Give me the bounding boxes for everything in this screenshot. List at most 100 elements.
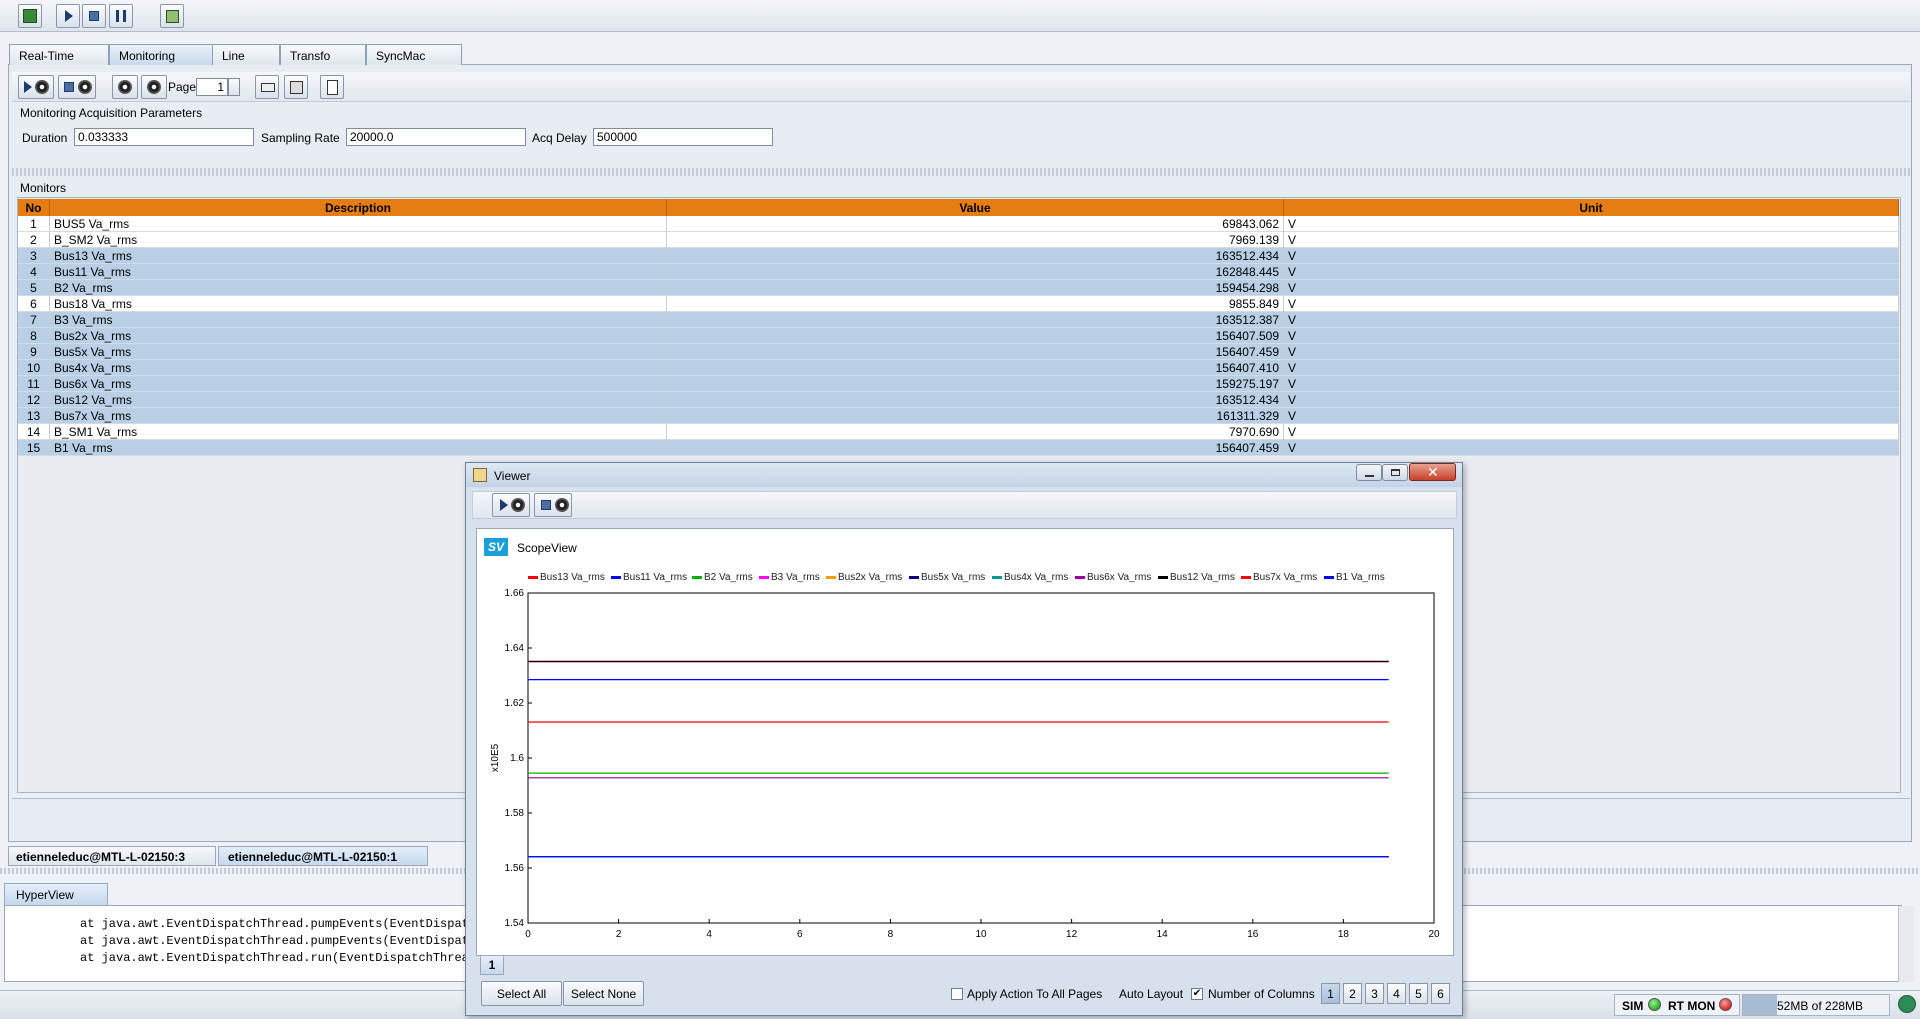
- cell-no: 3: [18, 248, 50, 264]
- acquire-settings-button[interactable]: [141, 75, 167, 99]
- save-file-button[interactable]: [284, 75, 308, 99]
- stop-icon: [89, 11, 99, 21]
- monitor-button[interactable]: [160, 4, 184, 28]
- hyperview-tab[interactable]: HyperView: [4, 883, 108, 905]
- close-button[interactable]: ✕: [1409, 463, 1456, 481]
- maximize-button[interactable]: [1382, 464, 1408, 481]
- apply-all-label: Apply Action To All Pages: [967, 987, 1103, 1001]
- tab-real-time[interactable]: Real-Time: [9, 44, 109, 65]
- cell-no: 1: [18, 216, 50, 232]
- table-row[interactable]: 12 Bus12 Va_rms 163512.434 V: [18, 392, 1899, 408]
- cell-no: 12: [18, 392, 50, 408]
- cell-value: 159454.298: [667, 280, 1284, 296]
- viewer-title: Viewer: [494, 469, 531, 483]
- cell-no: 11: [18, 376, 50, 392]
- pause-icon: [116, 10, 126, 22]
- cell-value: 163512.387: [667, 312, 1284, 328]
- table-row[interactable]: 8 Bus2x Va_rms 156407.509 V: [18, 328, 1899, 344]
- column-header-value[interactable]: Value: [667, 199, 1284, 216]
- tab-transfo[interactable]: Transfo: [280, 44, 366, 65]
- cell-unit: V: [1284, 424, 1899, 440]
- scope-view-badge: SV: [484, 538, 508, 556]
- table-row[interactable]: 2 B_SM2 Va_rms 7969.139 V: [18, 232, 1899, 248]
- page-spinner-input[interactable]: [196, 78, 228, 96]
- cell-no: 10: [18, 360, 50, 376]
- table-row[interactable]: 6 Bus18 Va_rms 9855.849 V: [18, 296, 1899, 312]
- open-file-button[interactable]: [255, 75, 279, 99]
- columns-1-button[interactable]: 1: [1321, 983, 1340, 1004]
- legend-swatch: [826, 575, 836, 579]
- table-row[interactable]: 3 Bus13 Va_rms 163512.434 V: [18, 248, 1899, 264]
- columns-3-button[interactable]: 3: [1365, 983, 1384, 1004]
- table-row[interactable]: 14 B_SM1 Va_rms 7970.690 V: [18, 424, 1899, 440]
- cell-desc: Bus2x Va_rms: [50, 328, 667, 344]
- sim-indicator-icon: [1648, 998, 1661, 1011]
- table-row[interactable]: 13 Bus7x Va_rms 161311.329 V: [18, 408, 1899, 424]
- console-line: at java.awt.EventDispatchThread.run(Even…: [80, 951, 477, 965]
- column-header-unit[interactable]: Unit: [1284, 199, 1899, 216]
- select-all-button[interactable]: Select All: [481, 981, 562, 1006]
- table-row[interactable]: 15 B1 Va_rms 156407.459 V: [18, 440, 1899, 456]
- column-header-no[interactable]: No: [18, 199, 50, 216]
- table-row[interactable]: 10 Bus4x Va_rms 156407.410 V: [18, 360, 1899, 376]
- viewer-stop-button[interactable]: [534, 493, 572, 517]
- table-row[interactable]: 1 BUS5 Va_rms 69843.062 V: [18, 216, 1899, 232]
- table-row[interactable]: 5 B2 Va_rms 159454.298 V: [18, 280, 1899, 296]
- table-row[interactable]: 7 B3 Va_rms 163512.387 V: [18, 312, 1899, 328]
- columns-4-button[interactable]: 4: [1387, 983, 1406, 1004]
- table-row[interactable]: 9 Bus5x Va_rms 156407.459 V: [18, 344, 1899, 360]
- duration-input[interactable]: [74, 128, 254, 146]
- plot-area: [527, 592, 1435, 924]
- tab-syncmac[interactable]: SyncMac: [366, 44, 462, 65]
- monitor-icon: [166, 10, 179, 23]
- session-tab-1[interactable]: etienneleduc@MTL-L-02150:3: [8, 846, 216, 866]
- cell-unit: V: [1284, 440, 1899, 456]
- page-spinner-arrows[interactable]: [228, 78, 240, 96]
- viewer-toolbar: [472, 491, 1457, 519]
- x-tick-label: 14: [1157, 929, 1169, 940]
- cell-desc: Bus4x Va_rms: [50, 360, 667, 376]
- scope-page-tab[interactable]: 1: [480, 956, 504, 975]
- select-none-button[interactable]: Select None: [563, 981, 644, 1006]
- columns-2-button[interactable]: 2: [1343, 983, 1362, 1004]
- cell-value: 162848.445: [667, 264, 1284, 280]
- column-header-description[interactable]: Description: [50, 199, 667, 216]
- stop-acquisition-button[interactable]: [58, 75, 96, 99]
- columns-6-button[interactable]: 6: [1431, 983, 1450, 1004]
- tab-line[interactable]: Line: [212, 44, 280, 65]
- x-tick-label: 2: [616, 929, 622, 940]
- apply-all-checkbox[interactable]: [951, 988, 963, 1000]
- x-tick-label: 4: [706, 929, 712, 940]
- pause-button[interactable]: [109, 4, 133, 28]
- gear-icon: [118, 80, 132, 94]
- acquire-once-button[interactable]: [112, 75, 138, 99]
- stop-button[interactable]: [82, 4, 106, 28]
- tab-monitoring[interactable]: Monitoring: [109, 44, 213, 65]
- y-tick-label: 1.6: [510, 753, 524, 764]
- table-row[interactable]: 11 Bus6x Va_rms 159275.197 V: [18, 376, 1899, 392]
- play-button[interactable]: [56, 4, 80, 28]
- cell-unit: V: [1284, 344, 1899, 360]
- play-icon: [65, 10, 73, 22]
- sampling-rate-input[interactable]: [346, 128, 526, 146]
- viewer-titlebar[interactable]: [466, 463, 1462, 487]
- save-icon: [290, 81, 303, 94]
- session-tab-2[interactable]: etienneleduc@MTL-L-02150:1: [218, 846, 428, 866]
- cell-unit: V: [1284, 360, 1899, 376]
- acq-delay-input[interactable]: [593, 128, 773, 146]
- console-scrollbar[interactable]: [1898, 906, 1914, 982]
- connect-button[interactable]: [18, 4, 42, 28]
- splitter[interactable]: [12, 168, 1910, 176]
- edit-button[interactable]: [320, 75, 344, 99]
- select-none-label: Select None: [570, 987, 637, 1001]
- viewer-start-button[interactable]: [492, 493, 530, 517]
- table-row[interactable]: 4 Bus11 Va_rms 162848.445 V: [18, 264, 1899, 280]
- minimize-button[interactable]: [1356, 464, 1382, 481]
- start-acquisition-button[interactable]: [18, 75, 54, 99]
- auto-layout-checkbox[interactable]: ✔: [1191, 988, 1203, 1000]
- auto-layout-label: Auto Layout: [1119, 987, 1184, 1001]
- cell-desc: B1 Va_rms: [50, 440, 667, 456]
- garbage-collect-icon[interactable]: [1898, 995, 1916, 1013]
- sampling-rate-label: Sampling Rate: [261, 131, 340, 145]
- columns-5-button[interactable]: 5: [1409, 983, 1428, 1004]
